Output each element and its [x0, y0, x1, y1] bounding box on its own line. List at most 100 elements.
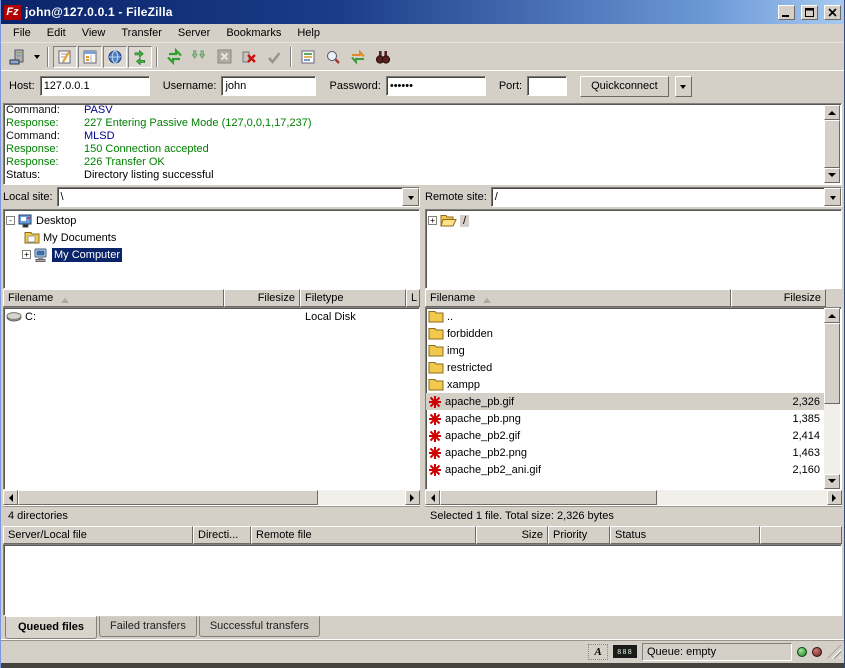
file-row[interactable]: apache_pb2.png1,463	[426, 444, 826, 461]
log-line: Command:MLSD	[4, 130, 841, 143]
chevron-down-icon[interactable]	[402, 188, 419, 206]
toggle-local-tree-icon[interactable]	[78, 46, 102, 68]
port-input[interactable]	[527, 76, 567, 96]
column-header-direction[interactable]: Directi...	[193, 526, 251, 544]
log-line: Command:PASV	[4, 104, 841, 117]
menu-server[interactable]: Server	[170, 25, 218, 41]
column-header-remote-file[interactable]: Remote file	[251, 526, 476, 544]
column-header-status[interactable]: Status	[610, 526, 760, 544]
collapse-icon[interactable]: -	[6, 216, 15, 225]
column-header-filename[interactable]: Filename	[425, 289, 731, 307]
menu-bookmarks[interactable]: Bookmarks	[218, 25, 289, 41]
quickconnect-dropdown-icon[interactable]	[675, 76, 692, 97]
local-site-combo[interactable]: \	[57, 187, 420, 207]
expand-icon[interactable]: +	[428, 216, 437, 225]
tab-failed-transfers[interactable]: Failed transfers	[99, 616, 197, 637]
scroll-right-icon[interactable]	[405, 490, 420, 505]
file-row[interactable]: ..	[426, 308, 826, 325]
chevron-down-icon[interactable]	[824, 188, 841, 206]
filter-icon[interactable]	[296, 46, 320, 68]
file-row[interactable]: forbidden	[426, 325, 826, 342]
transfer-type-indicator-icon[interactable]: A	[588, 644, 608, 660]
speed-limits-icon[interactable]: 888	[613, 645, 637, 658]
file-row[interactable]: apache_pb2_ani.gif2,160	[426, 461, 826, 478]
synchronized-browsing-icon[interactable]	[346, 46, 370, 68]
tree-item-my-documents[interactable]: My Documents	[24, 229, 419, 246]
log-vertical-scrollbar[interactable]	[824, 105, 840, 183]
maximize-button[interactable]	[801, 5, 818, 20]
tab-queued-files[interactable]: Queued files	[5, 616, 97, 639]
toggle-queue-icon[interactable]	[128, 46, 152, 68]
column-header-size[interactable]: Size	[476, 526, 548, 544]
reconnect-icon[interactable]	[262, 46, 286, 68]
local-tree[interactable]: - Desktop My Documents + My Computer	[3, 209, 420, 289]
file-row[interactable]: apache_pb2.gif2,414	[426, 427, 826, 444]
password-input[interactable]	[386, 76, 486, 96]
minimize-button[interactable]	[778, 5, 795, 20]
disconnect-icon[interactable]	[237, 46, 261, 68]
file-row[interactable]: restricted	[426, 359, 826, 376]
toggle-remote-tree-icon[interactable]	[103, 46, 127, 68]
close-button[interactable]	[824, 5, 841, 20]
menu-edit[interactable]: Edit	[39, 25, 74, 41]
folder-icon	[428, 361, 444, 374]
remote-list-header: Filename Filesize	[425, 289, 842, 307]
tab-successful-transfers[interactable]: Successful transfers	[199, 616, 320, 637]
window-title: john@127.0.0.1 - FileZilla	[25, 5, 772, 19]
tree-item-my-computer[interactable]: + My Computer	[22, 246, 419, 263]
local-horizontal-scrollbar[interactable]	[3, 490, 420, 505]
local-list-body[interactable]: C: Local Disk	[3, 307, 420, 490]
tree-item-desktop[interactable]: - Desktop	[6, 212, 419, 229]
username-input[interactable]	[221, 76, 316, 96]
scroll-up-icon[interactable]	[824, 308, 840, 323]
resize-grip[interactable]	[827, 645, 841, 659]
host-input[interactable]	[40, 76, 150, 96]
file-row[interactable]: xampp	[426, 376, 826, 393]
menu-transfer[interactable]: Transfer	[113, 25, 170, 41]
remote-list-body[interactable]: .. forbidden img restricted xampp apache…	[425, 307, 842, 490]
column-header-filesize[interactable]: Filesize	[224, 289, 300, 307]
column-header-priority[interactable]: Priority	[548, 526, 610, 544]
remote-vertical-scrollbar[interactable]	[824, 308, 840, 489]
scroll-thumb[interactable]	[440, 490, 657, 505]
directory-comparison-icon[interactable]	[321, 46, 345, 68]
tree-item-root[interactable]: + /	[428, 212, 841, 229]
scroll-right-icon[interactable]	[827, 490, 842, 505]
site-manager-icon[interactable]	[5, 46, 29, 68]
find-files-icon[interactable]	[371, 46, 395, 68]
file-row-selected[interactable]: apache_pb.gif2,326	[426, 393, 826, 410]
image-file-icon	[428, 429, 442, 443]
scroll-thumb[interactable]	[824, 323, 840, 404]
site-manager-dropdown-icon[interactable]	[30, 46, 43, 68]
remote-site-combo[interactable]: /	[491, 187, 842, 207]
toggle-message-log-icon[interactable]	[53, 46, 77, 68]
file-row[interactable]: apache_pb.png1,385	[426, 410, 826, 427]
cancel-icon[interactable]	[212, 46, 236, 68]
scroll-down-icon[interactable]	[824, 168, 840, 183]
expand-icon[interactable]: +	[22, 250, 31, 259]
column-header-filename[interactable]: Filename	[3, 289, 224, 307]
menu-view[interactable]: View	[74, 25, 114, 41]
scroll-left-icon[interactable]	[425, 490, 440, 505]
quickconnect-button[interactable]: Quickconnect	[580, 76, 669, 97]
column-header-filesize[interactable]: Filesize	[731, 289, 826, 307]
scroll-thumb[interactable]	[18, 490, 318, 505]
scroll-up-icon[interactable]	[824, 105, 840, 120]
column-header-server-local-file[interactable]: Server/Local file	[3, 526, 193, 544]
scroll-left-icon[interactable]	[3, 490, 18, 505]
menu-help[interactable]: Help	[289, 25, 328, 41]
queue-body[interactable]	[3, 544, 842, 616]
file-row[interactable]: C: Local Disk	[4, 308, 419, 325]
remote-tree[interactable]: + /	[425, 209, 842, 289]
refresh-icon[interactable]	[162, 46, 186, 68]
column-header-filetype[interactable]: Filetype	[300, 289, 406, 307]
username-label: Username:	[163, 80, 217, 92]
file-row[interactable]: img	[426, 342, 826, 359]
remote-horizontal-scrollbar[interactable]	[425, 490, 842, 505]
message-log[interactable]: Command:PASV Response:227 Entering Passi…	[3, 103, 842, 185]
scroll-down-icon[interactable]	[824, 474, 840, 489]
scroll-thumb[interactable]	[824, 120, 840, 168]
process-queue-icon[interactable]	[187, 46, 211, 68]
menu-file[interactable]: File	[5, 25, 39, 41]
column-header-lastmodified[interactable]: L	[406, 289, 420, 307]
